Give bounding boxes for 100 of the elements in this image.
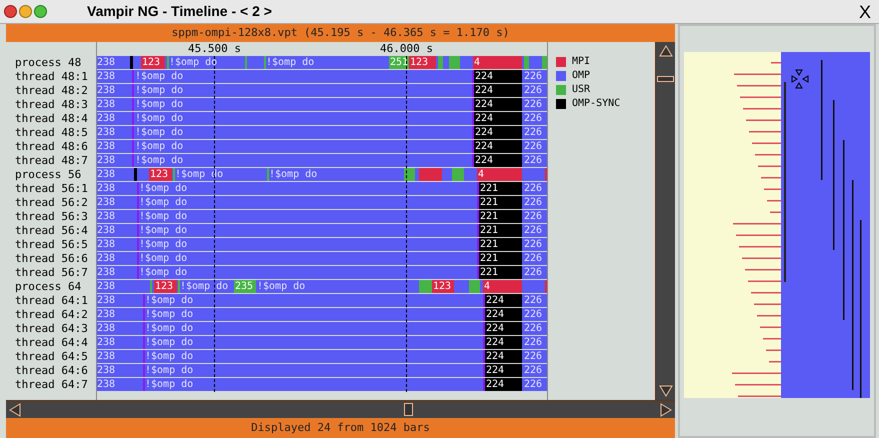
- region-label: !$omp do: [135, 112, 184, 125]
- usr-bar: [419, 280, 432, 293]
- region-label: 238: [97, 224, 116, 237]
- region-label: 238: [97, 238, 116, 251]
- sync-bar: 221: [477, 266, 522, 279]
- region-label: 226: [524, 84, 542, 97]
- row-label: thread 56:5: [14, 238, 89, 252]
- close-button[interactable]: X: [858, 2, 871, 20]
- sync-bar: 221: [477, 210, 522, 223]
- zoom-light-icon[interactable]: [34, 5, 47, 18]
- region-label: 238: [97, 196, 116, 209]
- region-label: 238: [97, 364, 116, 377]
- region-label: 238: [97, 140, 116, 153]
- row-label: thread 64:7: [14, 378, 89, 392]
- region-label: !$omp do: [257, 280, 306, 293]
- region-label: 238: [97, 154, 116, 167]
- sync-bar: 224: [483, 308, 522, 321]
- region-label: 238: [97, 126, 116, 139]
- vertical-scrollbar[interactable]: [655, 42, 675, 400]
- row-label: process 56: [14, 168, 82, 182]
- sync-bar: 221: [477, 182, 522, 195]
- region-label: 238: [97, 378, 116, 391]
- legend-label: OMP-SYNC: [572, 98, 620, 110]
- region-label: 238: [97, 280, 116, 293]
- region-label: !$omp do: [145, 350, 194, 363]
- row-label: thread 48:1: [14, 70, 89, 84]
- sync-bar: 224: [472, 140, 522, 153]
- status-bar: Displayed 24 from 1024 bars: [6, 418, 675, 438]
- scroll-thumb[interactable]: [404, 403, 413, 416]
- region-label: 226: [524, 238, 542, 251]
- region-label: !$omp do: [145, 364, 194, 377]
- region-label: 238: [97, 84, 116, 97]
- sync-bar: 224: [483, 364, 522, 377]
- row-label: thread 56:6: [14, 252, 89, 266]
- usr-bar: [449, 56, 460, 69]
- mpi-bar: [419, 168, 442, 181]
- region-label: !$omp do: [139, 210, 188, 223]
- region-label: 226: [524, 154, 542, 167]
- region-label: 238: [97, 336, 116, 349]
- row-label: thread 48:7: [14, 154, 89, 168]
- region-label: !$omp do: [139, 196, 188, 209]
- region-label: 238: [97, 350, 116, 363]
- horizontal-scrollbar[interactable]: [6, 400, 675, 418]
- close-light-icon[interactable]: [4, 5, 17, 18]
- legend-label: OMP: [572, 70, 590, 82]
- region-label: 226: [524, 350, 542, 363]
- row-label: thread 48:2: [14, 84, 89, 98]
- row-label: process 64: [14, 280, 82, 294]
- region-label: 238: [97, 294, 116, 307]
- mpi-bar: 4: [483, 280, 522, 293]
- region-label: !$omp do: [135, 154, 184, 167]
- region-label: 226: [524, 210, 542, 223]
- region-label: !$omp do: [139, 182, 188, 195]
- sync-bar: [130, 56, 133, 69]
- region-label: 238: [97, 182, 116, 195]
- region-label: !$omp do: [135, 84, 184, 97]
- region-label: 238: [97, 98, 116, 111]
- region-label: 226: [524, 224, 542, 237]
- row-label: thread 48:3: [14, 98, 89, 112]
- region-label: 238: [97, 210, 116, 223]
- usr-bar: [452, 168, 464, 181]
- region-label: 226: [524, 322, 542, 335]
- sync-bar: 224: [483, 336, 522, 349]
- row-label: thread 48:5: [14, 126, 89, 140]
- region-label: 226: [524, 126, 542, 139]
- legend-label: MPI: [572, 56, 590, 68]
- usr-bar: [404, 168, 415, 181]
- sync-bar: 224: [483, 322, 522, 335]
- row-label: thread 64:3: [14, 322, 89, 336]
- sync-bar: 224: [483, 378, 522, 391]
- scroll-thumb[interactable]: [657, 76, 674, 82]
- row-label: thread 64:4: [14, 336, 89, 350]
- region-label: 238: [97, 112, 116, 125]
- row-label: process 48: [14, 56, 82, 70]
- region-label: 238: [97, 266, 116, 279]
- row-label: thread 56:4: [14, 224, 89, 238]
- usr-bar: [438, 56, 443, 69]
- row-label: thread 56:7: [14, 266, 89, 280]
- region-label: 226: [524, 336, 542, 349]
- sync-bar: 221: [477, 238, 522, 251]
- sync-bar: 224: [483, 294, 522, 307]
- region-label: 226: [524, 112, 542, 125]
- sync-bar: 221: [477, 196, 522, 209]
- region-label: !$omp do: [145, 294, 194, 307]
- region-label: 226: [524, 252, 542, 265]
- mpi-bar: 123: [141, 56, 165, 69]
- region-label: !$omp do: [135, 98, 184, 111]
- region-label: 238: [97, 252, 116, 265]
- axis-label: 46.000 s: [380, 42, 433, 56]
- mpi-bar: 4: [473, 56, 522, 69]
- region-label: !$omp do: [145, 308, 194, 321]
- sync-bar: 224: [472, 112, 522, 125]
- region-label: !$omp do: [145, 322, 194, 335]
- minimize-light-icon[interactable]: [19, 5, 32, 18]
- region-label: 226: [524, 378, 542, 391]
- row-label: thread 64:5: [14, 350, 89, 364]
- legend-label: USR: [572, 84, 590, 96]
- axis-label: 45.500 s: [188, 42, 241, 56]
- region-label: 226: [524, 182, 542, 195]
- usr-bar: [524, 56, 529, 69]
